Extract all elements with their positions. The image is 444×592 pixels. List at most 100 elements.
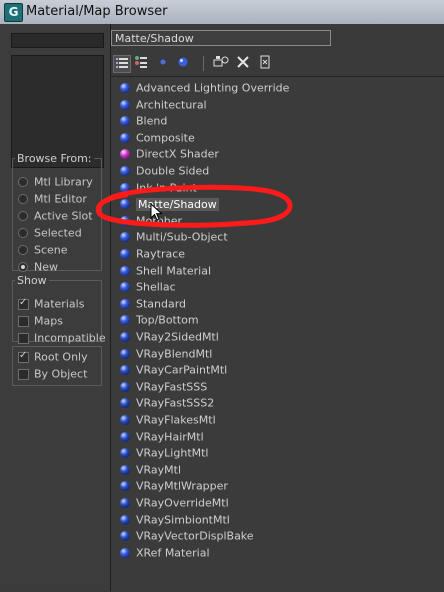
list-item-label: Composite [136,131,195,145]
material-sphere-icon [120,415,130,425]
list-item-label: Multi/Sub-Object [136,230,228,244]
material-sphere-icon [120,116,130,127]
list-item[interactable]: Standard [120,297,186,313]
checkbox-checked-icon[interactable] [18,350,29,363]
checkbox-checked-icon[interactable] [18,297,29,310]
list-item-selected[interactable]: Matte/Shadow [120,197,219,213]
list-item[interactable]: VRayCarPaintMtl [120,363,227,379]
list-item[interactable]: VRayFastSSS2 [120,396,214,412]
radio-icon[interactable] [18,194,28,204]
update-scene-icon[interactable] [213,55,229,71]
view-list-icons-icon[interactable] [133,55,149,71]
delete-icon[interactable] [235,55,251,71]
browse-active-slot[interactable]: Active Slot [18,209,93,225]
material-sphere-icon [120,298,130,309]
list-item[interactable]: VRayMtlWrapper [120,479,228,495]
list-item-label: VRayHairMtl [136,430,204,444]
material-sphere-icon [120,199,130,210]
list-item[interactable]: Top/Bottom [120,313,199,329]
list-item[interactable]: VRaySimbiontMtl [120,513,230,529]
material-sphere-icon [120,398,130,409]
list-item[interactable]: Ink 'n Paint [120,181,197,197]
show-maps[interactable]: Maps [18,314,63,330]
list-item[interactable]: Double Sided [120,164,209,180]
material-name-field[interactable] [11,33,104,48]
list-item-label: Top/Bottom [136,313,199,327]
radio-icon[interactable] [18,177,28,187]
radio-icon[interactable] [18,211,28,221]
material-sphere-icon [120,464,130,475]
radio-icon[interactable] [18,245,28,255]
list-item-label: VRaySimbiontMtl [136,513,230,527]
list-item-label: Ink 'n Paint [136,181,197,195]
small-icons-icon[interactable] [155,55,171,71]
list-item[interactable]: VRayFlakesMtl [120,413,216,429]
list-item[interactable]: Architectural [120,98,207,114]
list-item[interactable]: Composite [120,131,195,147]
list-item[interactable]: Raytrace [120,247,185,263]
material-sphere-icon [120,498,130,508]
window-title: Material/Map Browser [26,4,168,19]
list-item-label: Advanced Lighting Override [136,81,290,95]
list-item-label: Double Sided [136,164,210,178]
material-sphere-icon [120,381,130,392]
list-item-label: VRayVectorDisplBake [136,529,254,543]
large-icons-icon[interactable] [175,55,191,71]
browse-mtl-library[interactable]: Mtl Library [18,175,93,191]
material-sphere-icon [120,282,130,293]
list-item[interactable]: XRef Material [120,546,210,562]
list-item-label: Shellac [136,280,176,294]
clear-library-icon[interactable] [257,55,273,71]
list-item[interactable]: VRayMtl [120,463,181,479]
list-item[interactable]: Blend [120,114,167,130]
list-item[interactable]: Multi/Sub-Object [120,230,228,246]
title-bar: G Material/Map Browser [0,0,444,25]
checkbox-icon[interactable] [18,332,29,344]
browse-mtl-editor[interactable]: Mtl Editor [18,192,87,208]
material-sphere-icon [120,149,130,160]
list-item[interactable]: Advanced Lighting Override [120,81,289,97]
list-item[interactable]: VRayHairMtl [120,430,204,446]
list-item-label: Shell Material [136,264,212,278]
view-list-icon[interactable] [113,55,131,73]
checkbox-icon[interactable] [18,315,29,327]
list-item-label: VRayMtlWrapper [136,479,228,493]
list-item-label: Matte/Shadow [136,197,219,211]
material-sphere-icon [120,365,130,376]
list-item[interactable]: Shellac [120,280,176,296]
list-item[interactable]: VRayOverrideMtl [120,496,229,512]
list-item[interactable]: VRayFastSSS [120,380,207,396]
material-sphere-icon [120,514,130,525]
list-item[interactable]: VRay2SidedMtl [120,330,219,346]
material-sphere-icon [120,332,130,342]
list-item-label: VRayFlakesMtl [136,413,216,427]
material-sphere-icon [120,166,130,176]
material-sphere-icon [120,481,130,492]
list-item[interactable]: DirectX Shader [120,147,219,163]
list-item[interactable]: VRayBlendMtl [120,347,212,363]
root-options-group: Root Only By Object [12,346,102,386]
radio-selected-icon[interactable] [18,262,28,272]
material-sphere-icon [120,215,130,226]
show-materials[interactable]: Materials [18,297,84,313]
show-legend: Show [17,274,47,287]
browser-toolbar [111,53,444,73]
list-item-label: Blend [136,114,168,128]
list-item[interactable]: VRayLightMtl [120,446,209,462]
radio-icon[interactable] [18,228,28,238]
show-incompatible[interactable]: Incompatible [18,331,106,347]
root-only-checkbox[interactable]: Root Only [18,350,88,366]
checkbox-icon[interactable] [18,368,29,380]
material-list[interactable]: Advanced Lighting Override Architectural B… [111,76,444,592]
list-item[interactable]: Shell Material [120,264,211,280]
material-sphere-icon [120,132,130,143]
left-panel: Browse From: Mtl Library Mtl Editor Acti… [0,24,111,591]
browse-selected[interactable]: Selected [18,226,82,242]
by-object-checkbox[interactable]: By Object [18,367,87,383]
browse-scene[interactable]: Scene [18,243,68,259]
list-item[interactable]: VRayVectorDisplBake [120,529,254,545]
material-sphere-icon [120,348,130,359]
list-item-label: VRayLightMtl [136,446,209,460]
material-sphere-icon [120,232,130,243]
filter-input[interactable]: Matte/Shadow [111,30,331,46]
